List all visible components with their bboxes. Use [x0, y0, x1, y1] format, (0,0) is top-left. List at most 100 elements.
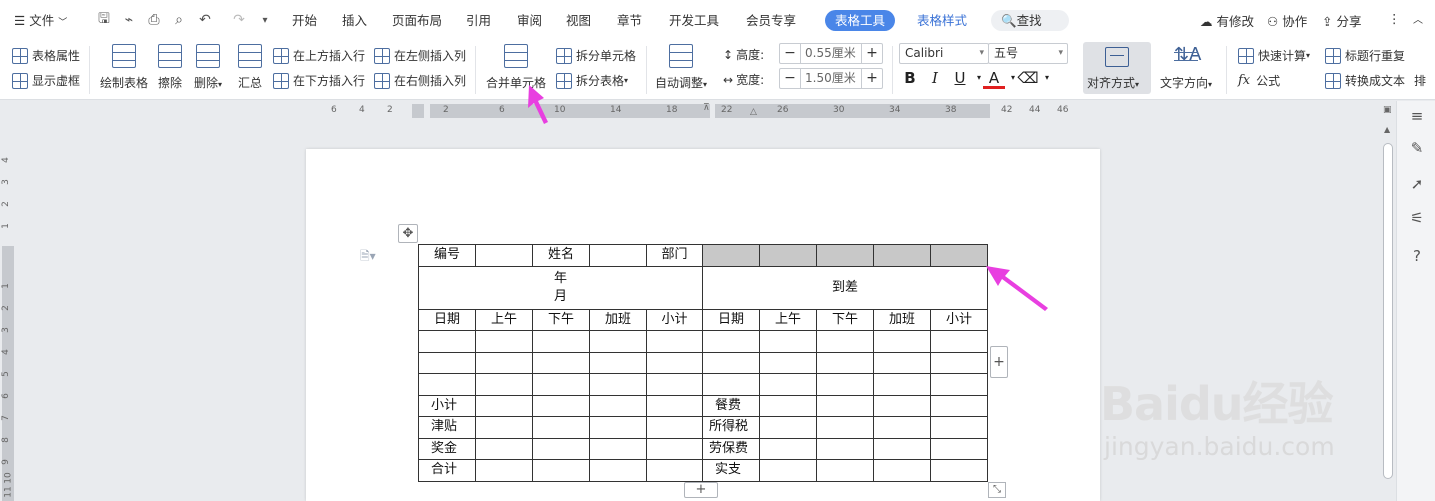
- table-cell[interactable]: [532, 437, 590, 460]
- redo-icon[interactable]: ↷: [230, 11, 248, 29]
- table-cell[interactable]: [418, 330, 476, 353]
- save-icon[interactable]: 🖫: [95, 11, 113, 29]
- table-cell[interactable]: 到差: [702, 265, 988, 310]
- split-cells-button[interactable]: 拆分单元格: [556, 47, 636, 64]
- undo-icon[interactable]: ↶: [196, 11, 214, 29]
- pen-icon[interactable]: ✎: [1408, 139, 1426, 157]
- table-cell[interactable]: 日期: [418, 308, 476, 331]
- tab-view[interactable]: 视图: [566, 11, 591, 31]
- table-cell[interactable]: [532, 459, 590, 482]
- vertical-scrollbar[interactable]: ▣ ▲: [1380, 101, 1396, 501]
- ruler-indent-marker[interactable]: ⊼: [703, 103, 710, 113]
- table-cell[interactable]: [702, 373, 760, 396]
- attendance-table[interactable]: 编号 姓名 部门 年月 到差 日期 上午 下午 加班 小计 日期 上午 下午 加…: [418, 244, 988, 482]
- table-cell[interactable]: 上午: [475, 308, 533, 331]
- collaborate-button[interactable]: ⚇ 协作: [1267, 11, 1307, 30]
- table-cell[interactable]: 餐费: [702, 394, 760, 417]
- table-cell[interactable]: 姓名: [532, 244, 590, 267]
- font-size-select[interactable]: 五号 ▾: [988, 43, 1068, 64]
- table-cell[interactable]: [475, 437, 533, 460]
- show-gridlines-button[interactable]: 显示虚框: [12, 72, 80, 89]
- tab-table-style[interactable]: 表格样式: [907, 10, 977, 31]
- font-name-select[interactable]: Calibri ▾: [899, 43, 989, 64]
- selected-cell[interactable]: [873, 244, 931, 267]
- table-cell[interactable]: [930, 437, 988, 460]
- table-cell[interactable]: [873, 459, 931, 482]
- sort-button[interactable]: 排: [1414, 72, 1426, 89]
- insert-row-below-button[interactable]: 在下方插入行: [273, 72, 365, 89]
- table-move-handle-icon[interactable]: ✥: [398, 224, 418, 243]
- erase-button[interactable]: 擦除: [158, 44, 182, 91]
- insert-row-above-button[interactable]: 在上方插入行: [273, 47, 365, 64]
- table-cell[interactable]: [532, 351, 590, 374]
- table-cell[interactable]: [589, 373, 647, 396]
- quick-calc-button[interactable]: 快速计算 ▾: [1238, 47, 1310, 64]
- customize-quick-access-icon[interactable]: ▾: [256, 11, 274, 29]
- file-menu[interactable]: ☰ 文件 ﹀: [14, 11, 67, 31]
- vertical-ruler[interactable]: 4 3 2 1 1 2 3 4 5 6 7 8 9 10 11 12: [0, 121, 16, 501]
- paragraph-icon[interactable]: 🗎▾: [360, 247, 376, 268]
- table-cell[interactable]: [475, 394, 533, 417]
- table-cell[interactable]: 日期: [702, 308, 760, 331]
- table-cell[interactable]: [930, 416, 988, 439]
- tab-review[interactable]: 审阅: [517, 11, 542, 31]
- table-cell[interactable]: [930, 351, 988, 374]
- table-cell[interactable]: [702, 330, 760, 353]
- table-cell[interactable]: [475, 330, 533, 353]
- row-height-stepper[interactable]: − 0.55厘米 +: [779, 43, 883, 64]
- table-cell[interactable]: 部门: [646, 244, 703, 267]
- table-cell[interactable]: [816, 459, 874, 482]
- table-cell[interactable]: [930, 373, 988, 396]
- table-cell[interactable]: [589, 437, 647, 460]
- decrease-width-button[interactable]: −: [780, 69, 800, 88]
- table-cell[interactable]: [873, 416, 931, 439]
- scrollbar-thumb[interactable]: [1383, 143, 1393, 479]
- table-cell[interactable]: [475, 416, 533, 439]
- search-box[interactable]: 🔍查找: [991, 10, 1069, 31]
- collapse-ribbon-icon[interactable]: ︿: [1413, 11, 1423, 26]
- table-cell[interactable]: 奖金: [418, 437, 476, 460]
- table-cell[interactable]: 小计: [646, 308, 703, 331]
- table-cell[interactable]: [589, 459, 647, 482]
- text-direction-button[interactable]: ⇅A 文字方向▾: [1160, 44, 1212, 91]
- convert-to-text-button[interactable]: 转换成文本: [1325, 72, 1405, 89]
- col-width-stepper[interactable]: − 1.50厘米 +: [779, 68, 883, 89]
- table-cell[interactable]: [589, 351, 647, 374]
- table-cell[interactable]: [475, 244, 533, 267]
- table-cell[interactable]: [418, 351, 476, 374]
- more-options-icon[interactable]: ⋮: [1388, 11, 1401, 26]
- horizontal-ruler[interactable]: 6 4 2 2 6 10 14 18 22 26 30 34 38 42 44 …: [0, 101, 1380, 121]
- table-cell[interactable]: [930, 394, 988, 417]
- tab-page-layout[interactable]: 页面布局: [392, 11, 442, 31]
- table-cell[interactable]: [759, 373, 817, 396]
- selected-cell[interactable]: [930, 244, 988, 267]
- highlight-dropdown-icon[interactable]: ▾: [1036, 73, 1058, 82]
- table-cell[interactable]: [532, 416, 590, 439]
- table-cell[interactable]: [475, 373, 533, 396]
- table-cell[interactable]: 津贴: [418, 416, 476, 439]
- table-cell[interactable]: 上午: [759, 308, 817, 331]
- table-cell[interactable]: [589, 416, 647, 439]
- italic-button[interactable]: I: [924, 69, 946, 87]
- tab-developer[interactable]: 开发工具: [669, 11, 719, 31]
- scroll-up-icon[interactable]: ▣: [1383, 105, 1392, 115]
- formula-button[interactable]: fx 公式: [1238, 72, 1280, 89]
- tab-member[interactable]: 会员专享: [746, 11, 796, 31]
- increase-width-button[interactable]: +: [862, 69, 882, 88]
- alignment-button[interactable]: 对齐方式▾: [1083, 42, 1151, 94]
- print-icon[interactable]: ⎙: [145, 11, 163, 29]
- table-cell[interactable]: [816, 373, 874, 396]
- add-column-button[interactable]: +: [990, 346, 1008, 378]
- draw-table-button[interactable]: 绘制表格: [100, 44, 148, 91]
- table-cell[interactable]: [475, 459, 533, 482]
- tab-table-tools[interactable]: 表格工具: [825, 10, 896, 31]
- table-cell[interactable]: [873, 351, 931, 374]
- table-cell[interactable]: [646, 459, 703, 482]
- share-button[interactable]: ⇪ 分享: [1322, 11, 1361, 30]
- auto-fit-button[interactable]: 自动调整▾: [655, 44, 707, 91]
- table-cell[interactable]: [759, 351, 817, 374]
- table-cell[interactable]: [759, 416, 817, 439]
- col-width-value[interactable]: 1.50厘米: [800, 69, 862, 88]
- table-cell[interactable]: 编号: [418, 244, 476, 267]
- decrease-height-button[interactable]: −: [780, 44, 800, 63]
